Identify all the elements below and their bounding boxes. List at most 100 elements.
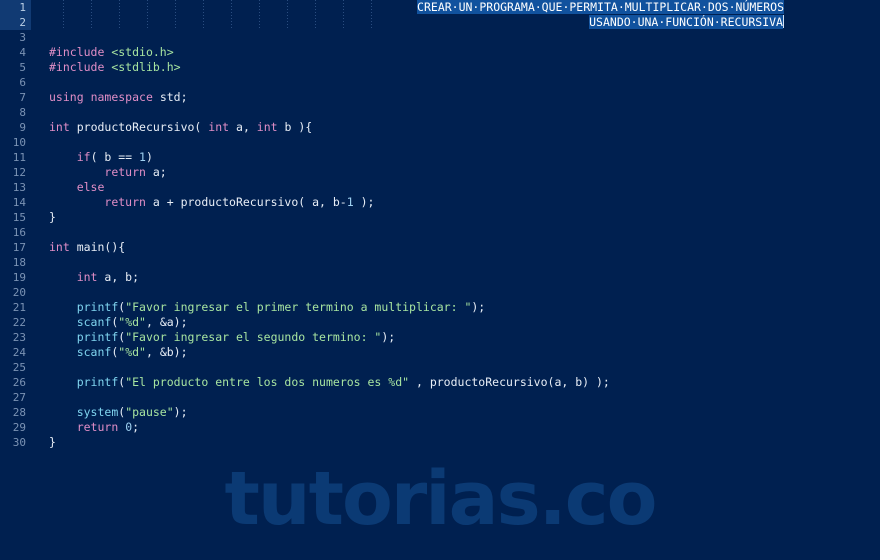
line-number: 28 bbox=[12, 406, 26, 419]
token-header: <stdio.h> bbox=[111, 45, 174, 59]
code-text: return a; bbox=[104, 165, 167, 179]
code-editor[interactable]: tutorias.co 1 CREAR·UN·PROGRAMA·QUE·PERM… bbox=[0, 0, 880, 560]
token-func-scanf: scanf bbox=[76, 315, 112, 329]
line-number: 19 bbox=[12, 271, 26, 284]
code-line[interactable]: 16 bbox=[0, 225, 880, 240]
code-line[interactable]: 23 printf("Favor ingresar el segundo ter… bbox=[0, 330, 880, 345]
code-line[interactable]: 12 return a; bbox=[0, 165, 880, 180]
token-func-scanf: scanf bbox=[76, 345, 112, 359]
token-number-one: 1 bbox=[346, 195, 354, 209]
line-number: 24 bbox=[12, 346, 26, 359]
line-number: 14 bbox=[12, 196, 26, 209]
code-line[interactable]: 4 #include <stdio.h> bbox=[0, 45, 880, 60]
code-line[interactable]: 3 bbox=[0, 30, 880, 45]
token-func-printf: printf bbox=[76, 330, 119, 344]
line-number: 22 bbox=[12, 316, 26, 329]
code-line[interactable]: 9 int productoRecursivo( int a, int b ){ bbox=[0, 120, 880, 135]
line-number: 6 bbox=[19, 76, 26, 89]
line-number: 9 bbox=[19, 121, 26, 134]
line-number: 8 bbox=[19, 106, 26, 119]
code-line[interactable]: 13 else bbox=[0, 180, 880, 195]
code-line[interactable]: 7 using namespace std; bbox=[0, 90, 880, 105]
code-text: #include <stdio.h> bbox=[49, 45, 174, 60]
code-text: #include <stdlib.h> bbox=[49, 60, 181, 75]
code-line[interactable]: 29 return 0; bbox=[0, 420, 880, 435]
code-text: return 0; bbox=[76, 420, 140, 434]
code-text: system("pause"); bbox=[76, 405, 188, 419]
code-line[interactable]: 8 bbox=[0, 105, 880, 120]
token-keyword-return: return bbox=[104, 195, 146, 209]
line-number: 4 bbox=[19, 46, 26, 59]
code-line[interactable]: 15 } bbox=[0, 210, 880, 225]
token-string: "Favor ingresar el primer termino a mult… bbox=[125, 300, 472, 314]
token-brace-close: } bbox=[49, 435, 56, 449]
token-keyword-int: int bbox=[49, 240, 70, 254]
token-func-system: system bbox=[76, 405, 119, 419]
selected-title-line-2[interactable]: USANDO·UNA·FUNCIÓN·RECURSIVA bbox=[0, 15, 880, 30]
line-number: 16 bbox=[12, 226, 26, 239]
code-text: int a, b; bbox=[76, 270, 140, 284]
code-line[interactable]: 1 CREAR·UN·PROGRAMA·QUE·PERMITA·MULTIPLI… bbox=[0, 0, 880, 15]
code-line[interactable]: 10 bbox=[0, 135, 880, 150]
line-number: 3 bbox=[19, 31, 26, 44]
code-text: int productoRecursivo( int a, int b ){ bbox=[49, 120, 313, 134]
code-line[interactable]: 11 if( b == 1) bbox=[0, 150, 880, 165]
line-number: 27 bbox=[12, 391, 26, 404]
line-number: 5 bbox=[19, 61, 26, 74]
token-func-productorecursivo: productoRecursivo bbox=[76, 120, 195, 134]
code-line[interactable]: 22 scanf("%d", &a); bbox=[0, 315, 880, 330]
code-line[interactable]: 25 bbox=[0, 360, 880, 375]
token-brace-close: } bbox=[49, 210, 56, 224]
code-line[interactable]: 19 int a, b; bbox=[0, 270, 880, 285]
token-keyword-else: else bbox=[76, 180, 105, 194]
code-line[interactable]: 21 printf("Favor ingresar el primer term… bbox=[0, 300, 880, 315]
line-number: 10 bbox=[12, 136, 26, 149]
code-line[interactable]: 6 bbox=[0, 75, 880, 90]
code-line[interactable]: 27 bbox=[0, 390, 880, 405]
token-preprocessor: #include bbox=[49, 60, 105, 74]
token-keyword-namespace: namespace bbox=[90, 90, 153, 104]
code-line[interactable]: 30 } bbox=[0, 435, 880, 450]
code-text: int main(){ bbox=[49, 240, 126, 254]
token-keyword-int: int bbox=[76, 270, 98, 284]
token-keyword-return: return bbox=[76, 420, 119, 434]
token-param-a: a bbox=[236, 120, 243, 134]
code-text: } bbox=[49, 435, 56, 450]
line-number: 17 bbox=[12, 241, 26, 254]
token-string: "pause" bbox=[125, 405, 174, 419]
line-number: 11 bbox=[12, 151, 26, 164]
code-line[interactable]: 2 USANDO·UNA·FUNCIÓN·RECURSIVA bbox=[0, 15, 880, 30]
token-string: "%d" bbox=[118, 345, 146, 359]
code-line[interactable]: 17 int main(){ bbox=[0, 240, 880, 255]
token-string: "%d" bbox=[118, 315, 146, 329]
code-line[interactable]: 28 system("pause"); bbox=[0, 405, 880, 420]
selected-title-line-1[interactable]: CREAR·UN·PROGRAMA·QUE·PERMITA·MULTIPLICA… bbox=[0, 0, 880, 15]
code-line[interactable]: 18 bbox=[0, 255, 880, 270]
line-number: 18 bbox=[12, 256, 26, 269]
code-text: printf("Favor ingresar el primer termino… bbox=[76, 300, 486, 314]
line-number: 30 bbox=[12, 436, 26, 449]
selection-highlight-2: USANDO·UNA·FUNCIÓN·RECURSIVA bbox=[589, 15, 783, 29]
token-keyword-int: int bbox=[256, 120, 278, 134]
code-line[interactable]: 26 printf("El producto entre los dos num… bbox=[0, 375, 880, 390]
code-line[interactable]: 20 bbox=[0, 285, 880, 300]
token-keyword-return: return bbox=[104, 165, 146, 179]
token-keyword-if: if bbox=[76, 150, 91, 164]
code-text: if( b == 1) bbox=[76, 150, 153, 164]
line-number: 26 bbox=[12, 376, 26, 389]
line-number: 15 bbox=[12, 211, 26, 224]
token-string: "Favor ingresar el segundo termino: " bbox=[125, 330, 382, 344]
token-keyword-using: using bbox=[49, 90, 84, 104]
line-number: 20 bbox=[12, 286, 26, 299]
code-line[interactable]: 5 #include <stdlib.h> bbox=[0, 60, 880, 75]
code-surface[interactable]: 1 CREAR·UN·PROGRAMA·QUE·PERMITA·MULTIPLI… bbox=[0, 0, 880, 560]
code-line[interactable]: 24 scanf("%d", &b); bbox=[0, 345, 880, 360]
token-number-one: 1 bbox=[139, 150, 146, 164]
code-text: scanf("%d", &a); bbox=[76, 315, 188, 329]
code-text: printf("El producto entre los dos numero… bbox=[76, 375, 610, 389]
token-func-printf: printf bbox=[76, 300, 119, 314]
code-line[interactable]: 14 return a + productoRecursivo( a, b-1 … bbox=[0, 195, 880, 210]
line-number: 13 bbox=[12, 181, 26, 194]
token-preprocessor: #include bbox=[49, 45, 105, 59]
line-number: 23 bbox=[12, 331, 26, 344]
